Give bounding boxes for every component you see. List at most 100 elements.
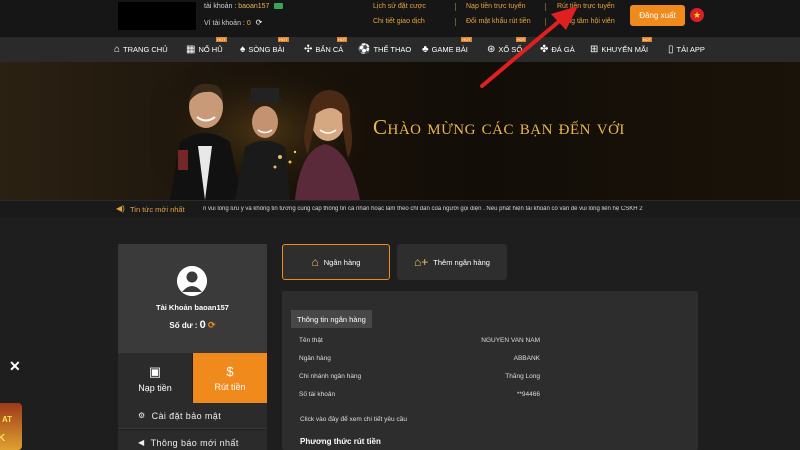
refresh-icon[interactable]: ⟳ — [256, 18, 263, 27]
avatar — [177, 266, 207, 296]
cards-icon: ♣ — [422, 44, 429, 55]
tab-add-bank[interactable]: ⌂+ Thêm ngân hàng — [397, 244, 507, 280]
hot-badge: HOT — [461, 37, 472, 42]
link-online-deposit[interactable]: Nạp tiền trực tuyến — [466, 3, 526, 10]
nav-item-casino[interactable]: ♠ SÒNG BÀI HOT — [240, 37, 289, 57]
username-row: tài khoản : baoan157 — [204, 3, 284, 10]
divider — [455, 3, 456, 11]
logo[interactable] — [118, 2, 196, 30]
withdraw-icon: $ — [226, 364, 234, 379]
top-bar: tài khoản : baoan157 Ví tài khoản : 0 ⟳ … — [0, 0, 800, 37]
wallet-label: Ví tài khoản : — [204, 20, 245, 27]
hot-badge: HOT — [515, 37, 527, 42]
hot-badge: HOT — [336, 37, 348, 42]
welcome-banner[interactable]: Chào mừng các bạn đến với — [0, 62, 800, 200]
ticker-text: n vui lòng lưu ý và không tin tưởng cung… — [203, 206, 643, 212]
verified-badge-icon — [274, 3, 284, 10]
row-value: Thăng Long — [505, 373, 540, 380]
phone-icon: ▯ — [668, 44, 674, 55]
deposit-label: Nạp tiền — [138, 382, 172, 393]
vietnam-flag-icon[interactable]: ★ — [690, 8, 704, 22]
nav-item-lottery[interactable]: ⊛ XỔ SỐ HOT — [487, 37, 527, 57]
profile-account: Tài Khoản baoan157 — [118, 303, 267, 312]
hot-badge: HOT — [278, 37, 289, 42]
row-value: ABBANK — [513, 355, 540, 362]
link-bet-history[interactable]: Lịch sử đặt cược — [373, 3, 426, 10]
link-transaction-details[interactable]: Chi tiết giao dịch — [373, 18, 425, 25]
nav-label: TRANG CHỦ — [123, 45, 168, 54]
divider — [455, 18, 456, 26]
username-value: baoan157 — [238, 3, 270, 10]
fish-icon: ✣ — [304, 44, 313, 55]
nav-item-home[interactable]: ⌂ TRANG CHỦ — [114, 42, 168, 57]
wallet-row: Ví tài khoản : 0 ⟳ — [204, 18, 262, 27]
tab-label: Ngân hàng — [323, 257, 361, 267]
tab-bank[interactable]: ⌂ Ngân hàng — [282, 244, 390, 280]
nav-item-download-app[interactable]: ▯ TẢI APP — [668, 42, 705, 57]
link-change-withdraw-password[interactable]: Đổi mật khẩu rút tiền — [466, 18, 531, 25]
menu-latest-notifications[interactable]: ◀ Thông báo mới nhất — [118, 430, 267, 450]
balance-label: Số dư : — [169, 321, 198, 330]
account-username: baoan157 — [194, 303, 229, 312]
nav-label: TẢI APP — [676, 45, 705, 54]
soccer-ball-icon: ⚽ — [358, 44, 371, 55]
deposit-button[interactable]: ▣ Nạp tiền — [118, 353, 192, 403]
slot-icon: ▦ — [186, 44, 196, 55]
bank-icon: ⌂ — [311, 255, 319, 269]
home-icon: ⌂ — [114, 44, 121, 55]
user-icon — [177, 266, 207, 296]
hot-badge: HOT — [216, 37, 227, 42]
refresh-balance-icon[interactable]: ⟳ — [208, 320, 216, 330]
nav-label: GAME BÀI — [431, 45, 468, 54]
nav-label: KHUYẾN MÃI — [601, 45, 649, 54]
row-value: NGUYEN VAN NAM — [481, 337, 540, 344]
details-link[interactable]: Click vào đây để xem chi tiết yêu cầu — [300, 416, 407, 423]
megaphone-icon: ◀) — [116, 204, 125, 213]
hot-badge: HOT — [641, 37, 653, 42]
balance-value: 0 — [199, 319, 206, 331]
nav-label: ĐÁ GÀ — [551, 45, 575, 54]
megaphone-icon: ◀ — [138, 438, 145, 447]
banner-people-image — [150, 62, 380, 200]
nav-item-promotions[interactable]: ⊞ KHUYẾN MÃI HOT — [590, 37, 653, 57]
bank-info-panel: Thông tin ngân hàng Tên thật NGUYEN VAN … — [282, 291, 698, 450]
row-value: **94466 — [516, 391, 540, 398]
menu-label: Cài đặt bảo mật — [151, 410, 222, 421]
ticker-label: Tin tức mới nhất — [130, 205, 185, 214]
nav-label: THỂ THAO — [373, 45, 412, 54]
close-icon[interactable]: ✕ — [9, 358, 21, 375]
nav-item-sports[interactable]: ⚽ THỂ THAO — [358, 42, 411, 57]
nav-item-slots[interactable]: ▦ NỔ HŨ HOT — [186, 37, 227, 57]
nav-label: BẮN CÁ — [315, 45, 344, 54]
tab-label: Thêm ngân hàng — [433, 257, 490, 267]
promo-glyph: K — [0, 433, 6, 444]
divider — [545, 3, 546, 11]
logout-button[interactable]: Đăng xuất — [630, 5, 685, 26]
gift-icon: ⊞ — [590, 44, 599, 55]
link-online-withdraw[interactable]: Rút tiền trực tuyến — [557, 3, 615, 10]
nav-item-card-games[interactable]: ♣ GAME BÀI HOT — [422, 37, 472, 57]
menu-security-settings[interactable]: ⚙ Cài đặt bảo mật — [118, 403, 267, 429]
lottery-icon: ⊛ — [487, 44, 496, 55]
profile-card: Tài Khoản baoan157 Số dư : 0 ⟳ — [118, 244, 267, 353]
promo-widget[interactable]: AT K — [0, 403, 22, 450]
news-ticker: ◀) Tin tức mới nhất n vui lòng lưu ý và … — [0, 200, 800, 217]
page: tài khoản : baoan157 Ví tài khoản : 0 ⟳ … — [0, 0, 800, 450]
banner-title: Chào mừng các bạn đến với — [373, 115, 625, 139]
withdraw-button[interactable]: $ Rút tiền — [193, 353, 267, 403]
nav-label: SÒNG BÀI — [248, 45, 285, 54]
menu-label: Thông báo mới nhất — [150, 437, 239, 448]
bank-info-header: Thông tin ngân hàng — [291, 310, 372, 328]
add-bank-icon: ⌂+ — [414, 255, 429, 269]
link-member-center[interactable]: Trung tâm hội viên — [557, 18, 615, 25]
user-gear-icon: ⚙ — [138, 411, 146, 420]
account-label: Tài Khoản — [156, 303, 193, 312]
withdraw-label: Rút tiền — [214, 382, 246, 392]
nav-item-cockfight[interactable]: ✤ ĐÁ GÀ — [540, 42, 575, 57]
casino-icon: ♠ — [240, 44, 246, 55]
nav-item-fishing[interactable]: ✣ BẮN CÁ HOT — [304, 37, 348, 57]
row-key: Chi nhánh ngân hàng — [299, 373, 362, 380]
divider — [545, 18, 546, 26]
nav-label: XỔ SỐ — [498, 45, 523, 54]
row-key: Số tài khoản — [299, 391, 336, 398]
